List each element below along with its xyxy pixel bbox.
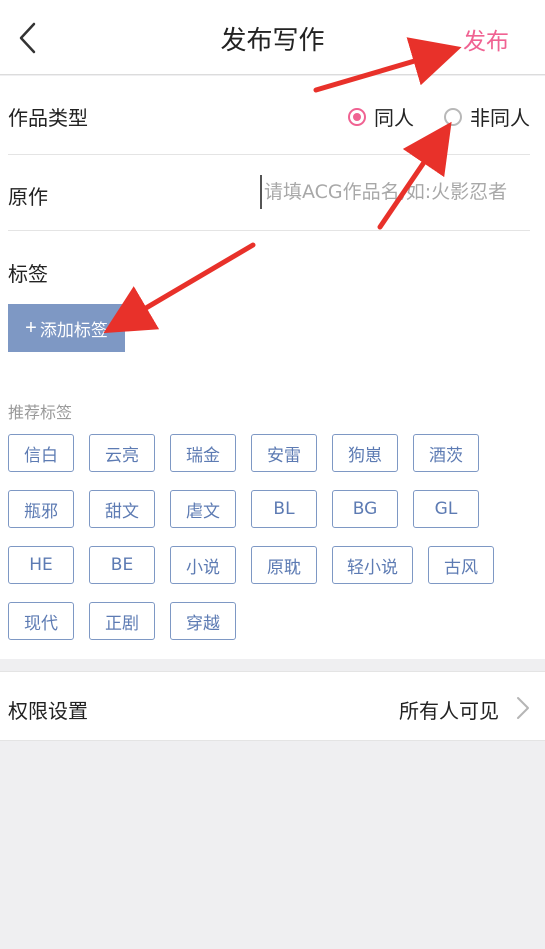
original-work-row: 原作 — [8, 155, 530, 231]
radio-original-work-label: 非同人 — [470, 106, 530, 130]
recommended-tag[interactable]: 甜文 — [89, 490, 155, 528]
permission-row[interactable]: 权限设置 所有人可见 — [0, 671, 545, 741]
permission-label: 权限设置 — [8, 699, 88, 723]
recommended-tag[interactable]: 轻小说 — [332, 546, 413, 584]
work-type-row: 作品类型 同人 非同人 — [8, 76, 530, 155]
recommended-tag[interactable]: 狗崽 — [332, 434, 398, 472]
original-work-input[interactable] — [260, 175, 530, 209]
add-tag-button[interactable]: + 添加标签 — [8, 304, 125, 352]
top-bar: 发布写作 发布 — [0, 0, 545, 75]
radio-fan-work[interactable]: 同人 — [348, 102, 414, 131]
work-type-label: 作品类型 — [8, 106, 88, 130]
recommended-tag[interactable]: 云亮 — [89, 434, 155, 472]
recommended-tag[interactable]: 小说 — [170, 546, 236, 584]
recommended-tag[interactable]: 虐文 — [170, 490, 236, 528]
recommended-tag[interactable]: GL — [413, 490, 479, 528]
recommended-tag[interactable]: 穿越 — [170, 602, 236, 640]
publish-button[interactable]: 发布 — [463, 22, 509, 56]
radio-unchecked-icon — [444, 107, 462, 126]
chevron-right-icon — [517, 697, 529, 719]
recommended-tag[interactable]: 瓶邪 — [8, 490, 74, 528]
radio-fan-work-label: 同人 — [374, 106, 414, 130]
work-type-radio-group: 同人 非同人 — [318, 102, 530, 131]
recommended-tag[interactable]: HE — [8, 546, 74, 584]
recommended-tag[interactable]: BG — [332, 490, 398, 528]
recommended-tags-label: 推荐标签 — [8, 403, 73, 422]
radio-checked-icon — [348, 107, 366, 126]
recommended-tag[interactable]: 瑞金 — [170, 434, 236, 472]
radio-original-work[interactable]: 非同人 — [444, 102, 530, 131]
recommended-tag[interactable]: BL — [251, 490, 317, 528]
permission-value: 所有人可见 — [399, 699, 499, 723]
recommended-tag[interactable]: 信白 — [8, 434, 74, 472]
recommended-tag[interactable]: 正剧 — [89, 602, 155, 640]
add-tag-label: 添加标签 — [39, 320, 108, 340]
recommended-tags-list: 信白 云亮 瑞金 安雷 狗崽 酒茨瓶邪 甜文 虐文 BL BG GL HE BE 小说 原耽 轻小说 古风现代正… — [8, 434, 533, 658]
recommended-tag[interactable]: 酒茨 — [413, 434, 479, 472]
plus-icon: + — [25, 316, 37, 339]
write-form: 作品类型 同人 非同人 原作 标签 + 添加标签 推荐标签 信白云亮瑞金安雷狗崽… — [0, 76, 545, 659]
recommended-tag[interactable]: BE — [89, 546, 155, 584]
recommended-tag[interactable]: 原耽 — [251, 546, 317, 584]
recommended-tag[interactable]: 古风 — [428, 546, 494, 584]
original-work-label: 原作 — [8, 185, 48, 209]
recommended-tag[interactable]: 安雷 — [251, 434, 317, 472]
recommended-tag[interactable]: 现代 — [8, 602, 74, 640]
tags-label: 标签 — [8, 262, 48, 286]
